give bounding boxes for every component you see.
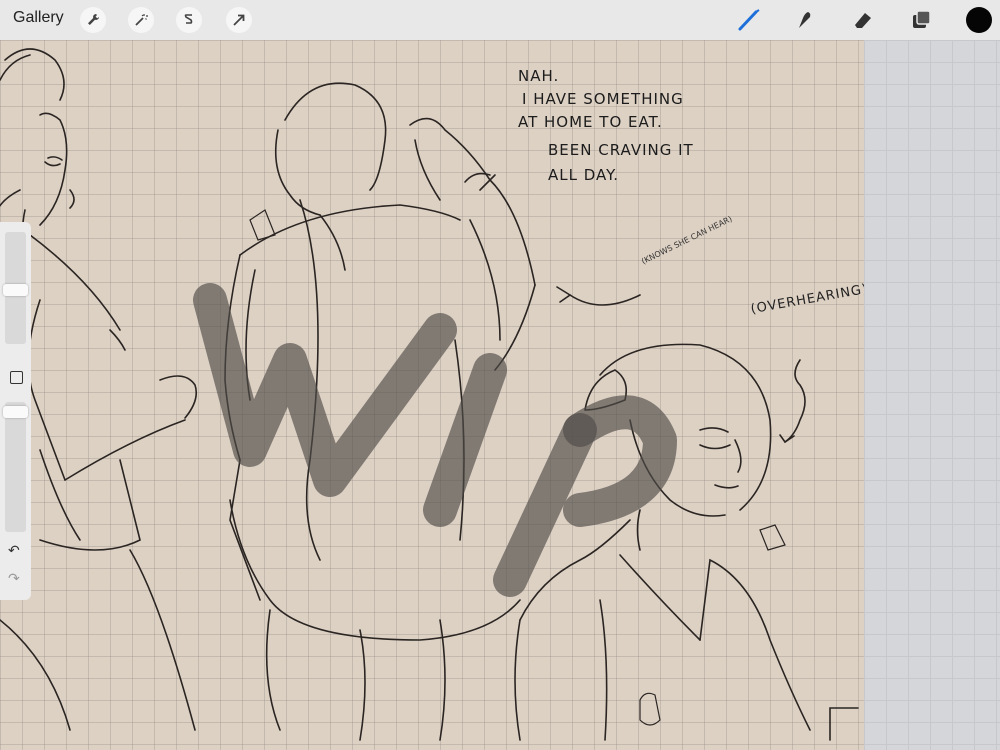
wrench-icon[interactable] [80,7,106,33]
transform-arrow-icon[interactable] [226,7,252,33]
redo-icon[interactable]: ↷ [8,570,20,587]
left-sidebar: ↶ ↷ [0,222,31,600]
eraser-icon[interactable] [850,7,876,33]
canvas-outside-area [864,40,1000,750]
modify-button[interactable] [10,371,23,384]
brush-icon[interactable] [736,7,762,33]
opacity-thumb[interactable] [3,406,28,418]
selection-icon[interactable] [176,7,202,33]
dialogue-line-2: I HAVE SOMETHING [522,90,684,108]
brush-size-slider[interactable] [3,232,28,344]
dialogue-line-1: NAH. [518,67,560,85]
wip-watermark-stroke [193,283,677,597]
sketch-artwork [0,48,859,741]
color-picker-button[interactable] [966,7,992,33]
brush-size-thumb[interactable] [3,284,28,296]
dialogue-line-4: BEEN CRAVING IT [548,141,694,159]
undo-icon[interactable]: ↶ [8,542,20,559]
opacity-slider[interactable] [3,402,28,532]
top-toolbar: Gallery [0,0,1000,40]
dialogue-line-5: ALL DAY. [548,166,620,184]
magic-wand-icon[interactable] [128,7,154,33]
layers-icon[interactable] [908,7,934,33]
drawing-canvas[interactable]: NAH. I HAVE SOMETHING AT HOME TO EAT. BE… [0,40,864,750]
dialogue-line-3: AT HOME TO EAT. [518,113,663,131]
smudge-icon[interactable] [790,7,816,33]
gallery-button[interactable]: Gallery [13,9,64,27]
